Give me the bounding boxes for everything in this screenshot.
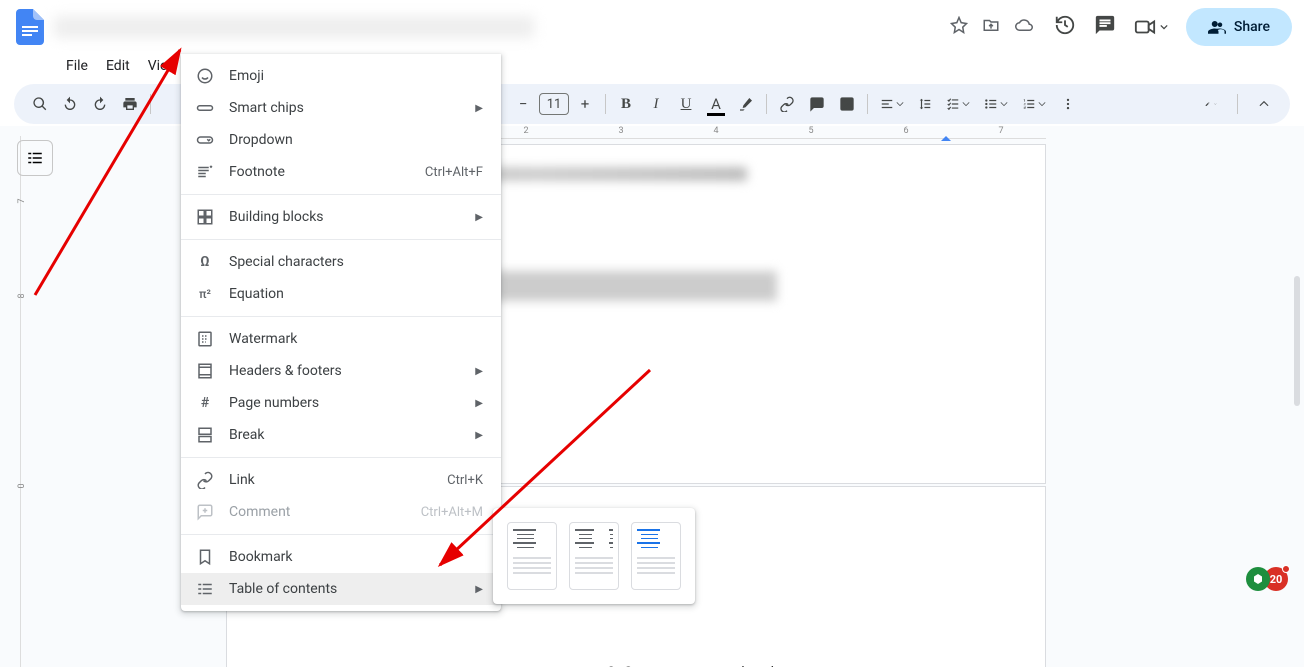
align-tool[interactable]	[874, 90, 910, 118]
expand-toolbar[interactable]	[1250, 90, 1278, 118]
toc-submenu	[493, 508, 695, 604]
headers-footers-icon	[195, 361, 215, 381]
badge-green[interactable]	[1246, 567, 1270, 591]
comment-icon	[195, 502, 215, 522]
checklist-tool[interactable]	[940, 90, 976, 118]
toc-option-dotted[interactable]	[569, 522, 619, 590]
chevron-right-icon: ▶	[475, 430, 483, 441]
break-icon	[195, 425, 215, 445]
more-tools[interactable]	[1054, 90, 1082, 118]
doc-title-area	[54, 16, 950, 38]
floating-badges[interactable]: 20	[1246, 567, 1288, 591]
move-icon[interactable]	[982, 16, 1000, 38]
menu-equation[interactable]: π² Equation	[181, 278, 501, 310]
menu-comment: Comment Ctrl+Alt+M	[181, 496, 501, 528]
chevron-right-icon: ▶	[475, 584, 483, 595]
search-tool[interactable]	[26, 90, 54, 118]
building-blocks-icon	[195, 207, 215, 227]
chevron-right-icon: ▶	[475, 103, 483, 114]
document-outline-button[interactable]	[17, 140, 53, 176]
chevron-right-icon: ▶	[475, 398, 483, 409]
toc-option-plain[interactable]	[507, 522, 557, 590]
meet-button[interactable]	[1134, 16, 1168, 38]
chevron-right-icon: ▶	[475, 366, 483, 377]
insert-image-tool[interactable]	[833, 90, 861, 118]
menu-special-chars[interactable]: Ω Special characters	[181, 246, 501, 278]
menu-edit[interactable]: Edit	[98, 54, 138, 78]
emoji-icon	[195, 66, 215, 86]
print-tool[interactable]	[116, 90, 144, 118]
comments-icon[interactable]	[1094, 14, 1116, 40]
insert-menu-dropdown: Emoji Smart chips ▶ Dropdown Footnote Ct…	[181, 54, 501, 611]
equation-icon: π²	[195, 284, 215, 304]
menu-dropdown[interactable]: Dropdown	[181, 124, 501, 156]
header-right-actions: Share	[1054, 8, 1292, 46]
menu-watermark[interactable]: Watermark	[181, 323, 501, 355]
scrollbar[interactable]	[1294, 276, 1300, 406]
link-icon	[195, 470, 215, 490]
left-sidebar	[0, 126, 70, 667]
bookmark-icon	[195, 547, 215, 567]
line-spacing-tool[interactable]	[912, 90, 938, 118]
italic-tool[interactable]: I	[642, 90, 670, 118]
page-numbers-icon: #	[195, 393, 215, 413]
toc-option-linked[interactable]	[631, 522, 681, 590]
menu-file[interactable]: File	[58, 54, 96, 78]
menu-emoji[interactable]: Emoji	[181, 60, 501, 92]
highlight-tool[interactable]	[732, 90, 760, 118]
add-comment-tool[interactable]	[803, 90, 831, 118]
menu-page-numbers[interactable]: # Page numbers ▶	[181, 387, 501, 419]
bullet-list-tool[interactable]	[978, 90, 1014, 118]
numbered-list-tool[interactable]	[1016, 90, 1052, 118]
menu-break[interactable]: Break ▶	[181, 419, 501, 451]
menu-link[interactable]: Link Ctrl+K	[181, 464, 501, 496]
history-icon[interactable]	[1054, 14, 1076, 40]
menu-footnote[interactable]: Footnote Ctrl+Alt+F	[181, 156, 501, 188]
menu-view[interactable]: View	[140, 54, 186, 78]
toc-icon	[195, 579, 215, 599]
title-icons	[950, 16, 1034, 38]
dropdown-icon	[195, 130, 215, 150]
menu-building-blocks[interactable]: Building blocks ▶	[181, 201, 501, 233]
menu-smart-chips[interactable]: Smart chips ▶	[181, 92, 501, 124]
watermark-icon	[195, 329, 215, 349]
font-size-input[interactable]: 11	[539, 93, 569, 115]
people-icon	[1208, 18, 1226, 36]
docs-logo[interactable]	[12, 9, 48, 45]
cloud-status-icon[interactable]	[1014, 16, 1034, 38]
redo-tool[interactable]	[86, 90, 114, 118]
insert-link-tool[interactable]	[773, 90, 801, 118]
editing-mode-tool[interactable]	[1197, 90, 1225, 118]
share-button[interactable]: Share	[1186, 8, 1292, 46]
star-icon[interactable]	[950, 16, 968, 38]
doc-title[interactable]	[54, 16, 534, 38]
text-color-tool[interactable]: A	[702, 90, 730, 118]
undo-tool[interactable]	[56, 90, 84, 118]
smart-chips-icon	[195, 98, 215, 118]
share-label: Share	[1234, 19, 1270, 35]
chevron-right-icon: ▶	[475, 212, 483, 223]
title-bar: Share	[0, 0, 1304, 54]
menu-bookmark[interactable]: Bookmark	[181, 541, 501, 573]
footnote-icon	[195, 162, 215, 182]
menu-headers-footers[interactable]: Headers & footers ▶	[181, 355, 501, 387]
menu-table-of-contents[interactable]: Table of contents ▶	[181, 573, 501, 605]
body-text: 2. Create or remove headers:	[607, 663, 1304, 667]
bold-tool[interactable]: B	[612, 90, 640, 118]
font-size-plus[interactable]: +	[571, 90, 599, 118]
font-size-minus[interactable]: −	[509, 90, 537, 118]
omega-icon: Ω	[195, 252, 215, 272]
underline-tool[interactable]: U	[672, 90, 700, 118]
